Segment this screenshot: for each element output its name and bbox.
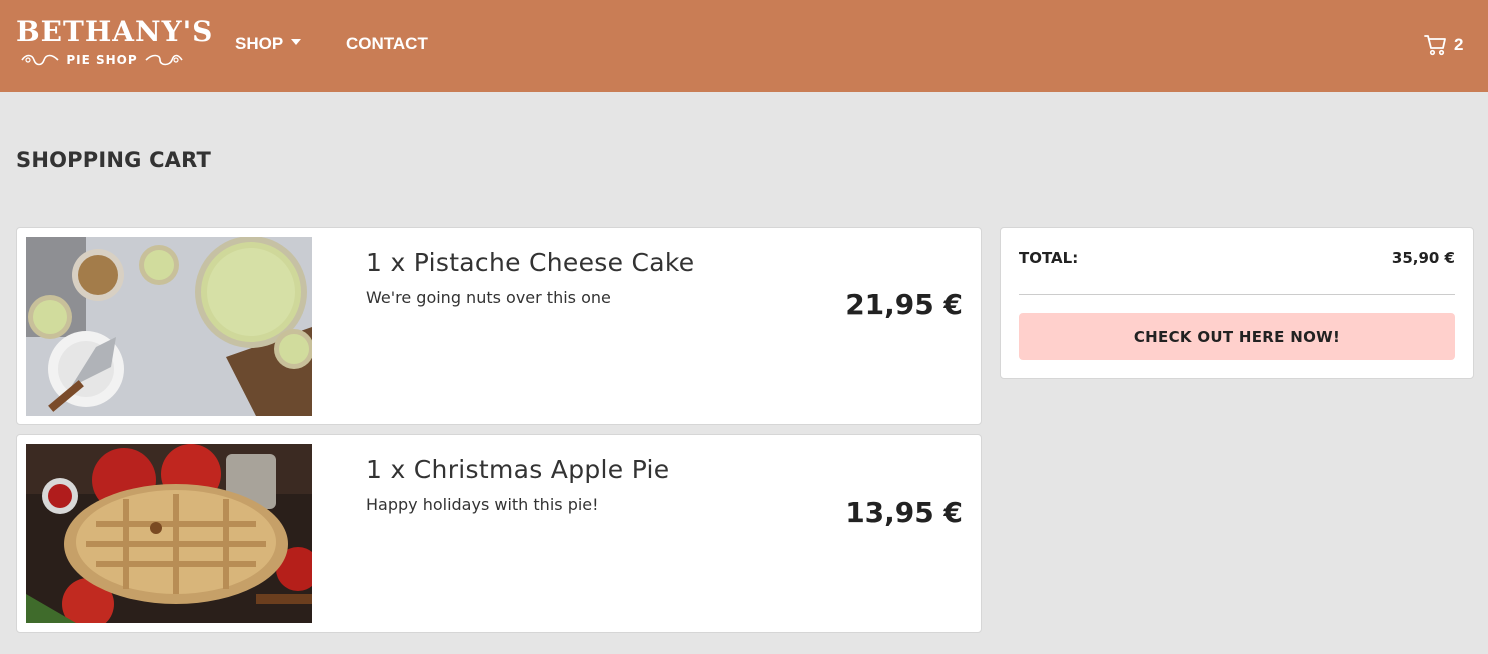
cart-button[interactable]: 2 [1424, 34, 1463, 56]
cart-item: 1 x Christmas Apple Pie Happy holidays w… [16, 434, 982, 633]
item-name: 1 x Pistache Cheese Cake [366, 248, 695, 277]
item-price: 13,95 € [845, 496, 963, 529]
christmas-apple-pie-photo[interactable] [26, 444, 312, 623]
order-summary: TOTAL: 35,90 € CHECK OUT HERE NOW! [1000, 227, 1474, 379]
item-description: We're going nuts over this one [366, 288, 611, 307]
shop-logo[interactable]: BETHANY'S PIE SHOP [16, 15, 214, 72]
total-value: 35,90 € [1391, 249, 1455, 267]
caret-down-icon [291, 39, 302, 45]
logo-subtitle-row: PIE SHOP [16, 52, 188, 68]
top-navbar: BETHANY'S PIE SHOP SHOP CONTACT 2 [0, 0, 1488, 92]
flourish-right-icon [145, 54, 183, 66]
nav-contact-link[interactable]: CONTACT [346, 34, 428, 54]
nav-shop-dropdown[interactable]: SHOP [235, 34, 302, 54]
shopping-cart-icon [1424, 35, 1446, 56]
pistachio-cheesecake-photo[interactable] [26, 237, 312, 416]
cart-count: 2 [1454, 35, 1464, 54]
logo-title: BETHANY'S [16, 15, 214, 48]
cart-item: 1 x Pistache Cheese Cake We're going nut… [16, 227, 982, 425]
page-title: SHOPPING CART [16, 148, 212, 172]
logo-subtitle: PIE SHOP [66, 53, 138, 67]
checkout-button[interactable]: CHECK OUT HERE NOW! [1019, 313, 1455, 360]
item-name: 1 x Christmas Apple Pie [366, 455, 670, 484]
flourish-left-icon [21, 54, 59, 66]
item-description: Happy holidays with this pie! [366, 495, 599, 514]
summary-divider [1019, 294, 1455, 295]
nav-shop-label: SHOP [235, 34, 284, 53]
total-label: TOTAL: [1019, 249, 1079, 267]
item-price: 21,95 € [845, 288, 963, 321]
